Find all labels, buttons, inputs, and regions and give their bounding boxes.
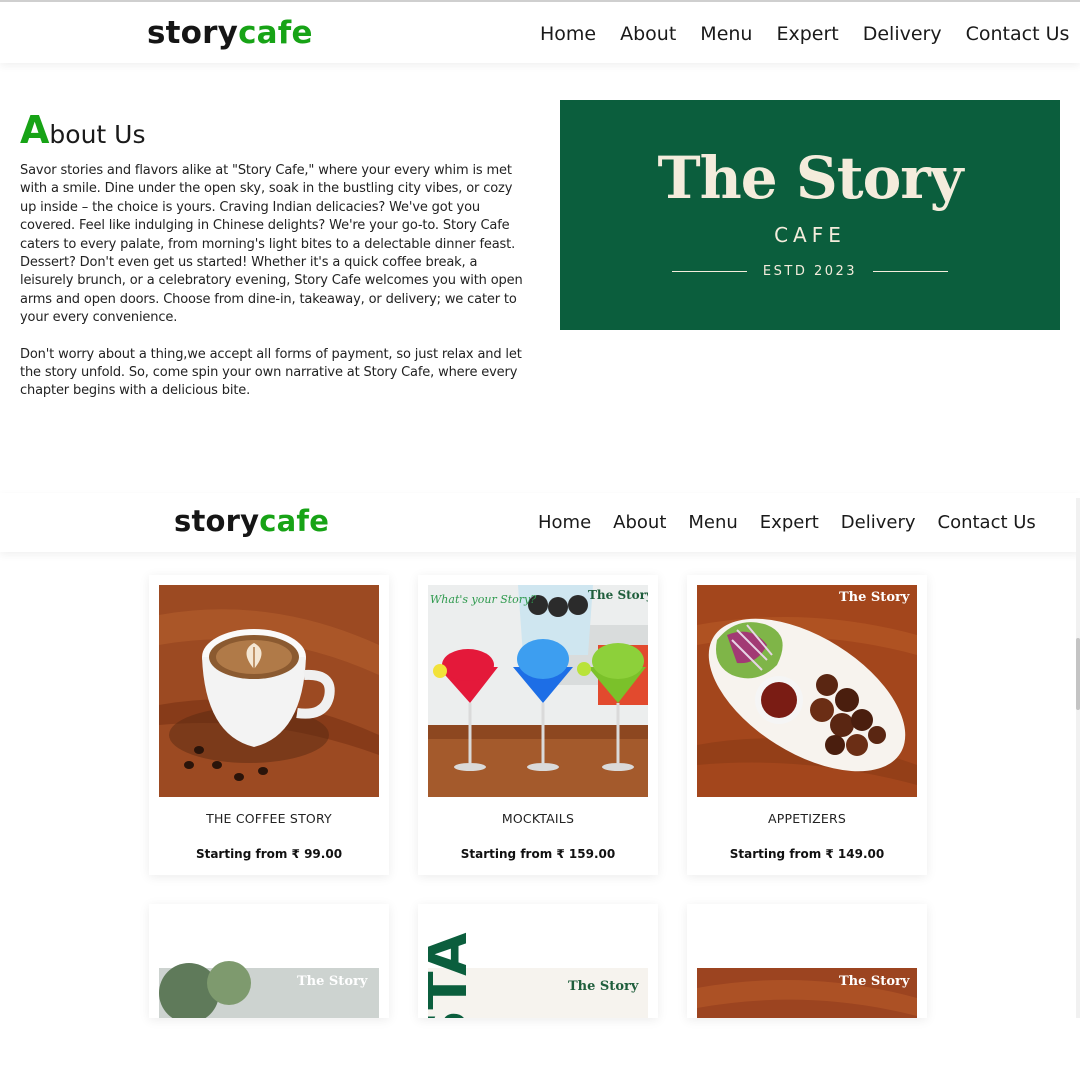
about-heading-initial: A xyxy=(20,108,50,152)
image-watermark-logo: The Story xyxy=(588,588,648,602)
logo-text-story: story xyxy=(174,504,260,538)
product-card-row2-3[interactable]: The Story xyxy=(687,904,927,1018)
scrollbar-thumb[interactable] xyxy=(1076,638,1080,710)
product-price: Starting from ₹ 149.00 xyxy=(729,847,885,861)
brand-estd: ESTD 2023 xyxy=(560,264,1060,279)
product-price: Starting from ₹ 99.00 xyxy=(195,847,343,861)
image-watermark-logo: The Story xyxy=(297,974,368,989)
logo-text-cafe: cafe xyxy=(238,15,313,51)
brand-title: The Story xyxy=(657,144,963,212)
product-image: The Story xyxy=(697,914,917,1018)
nav-expert[interactable]: Expert xyxy=(760,512,819,533)
image-watermark-logo: The Story xyxy=(839,590,910,605)
image-watermark-logo: The Story xyxy=(568,979,639,994)
divider-line-right xyxy=(873,271,949,272)
pasta-letters: STA xyxy=(428,932,480,1018)
page-scrollbar[interactable] xyxy=(1076,498,1080,1018)
nav-contact[interactable]: Contact Us xyxy=(966,23,1070,45)
brand-estd-text: ESTD 2023 xyxy=(762,264,858,279)
product-card-coffee[interactable]: THE COFFEE STORY Starting from ₹ 99.00 xyxy=(149,575,389,875)
logo-text-story: story xyxy=(147,15,239,51)
nav-menu[interactable]: Menu xyxy=(688,512,737,533)
nav-home[interactable]: Home xyxy=(538,512,591,533)
nav-menu[interactable]: Menu xyxy=(700,23,752,45)
image-watermark-logo: The Story xyxy=(839,974,910,989)
mocktail-wall-text: What's your Story? xyxy=(430,593,536,606)
menu-page-navbar: storycafe Home About Menu Expert Deliver… xyxy=(0,493,1080,552)
divider-line-left xyxy=(671,271,747,272)
about-paragraph-2: Don't worry about a thing,we accept all … xyxy=(20,346,522,399)
nav-delivery[interactable]: Delivery xyxy=(863,23,942,45)
brand-logo-card: The Story CAFE ESTD 2023 xyxy=(560,100,1060,330)
nav-delivery[interactable]: Delivery xyxy=(841,512,916,533)
product-card-row2-1[interactable]: The Story xyxy=(149,904,389,1018)
main-menu: Home About Menu Expert Delivery Contact … xyxy=(538,493,1058,552)
site-logo[interactable]: storycafe xyxy=(147,15,313,51)
nav-home[interactable]: Home xyxy=(540,23,596,45)
about-heading: About Us xyxy=(20,108,525,157)
about-heading-rest: bout Us xyxy=(49,120,146,149)
brand-subtitle: CAFE xyxy=(774,223,846,247)
product-card-appetizers[interactable]: The Story APPETIZERS Starting from ₹ 149… xyxy=(687,575,927,875)
product-card-row2-2[interactable]: STA The Story xyxy=(418,904,658,1018)
product-title: THE COFFEE STORY xyxy=(206,811,332,826)
product-title: APPETIZERS xyxy=(768,811,846,826)
about-paragraph-1: Savor stories and flavors alike at "Stor… xyxy=(20,163,523,326)
nav-about[interactable]: About xyxy=(613,512,666,533)
nav-expert[interactable]: Expert xyxy=(776,23,838,45)
coffee-image xyxy=(159,585,379,797)
top-navbar: storycafe Home About Menu Expert Deliver… xyxy=(0,0,1080,63)
main-menu: Home About Menu Expert Delivery Contact … xyxy=(540,2,1080,65)
nav-about[interactable]: About xyxy=(620,23,676,45)
site-logo[interactable]: storycafe xyxy=(174,504,329,538)
mocktails-image: What's your Story? The Story xyxy=(428,585,648,797)
product-image: STA The Story xyxy=(428,914,648,1018)
about-section: About Us Savor stories and flavors alike… xyxy=(20,108,525,401)
product-price: Starting from ₹ 159.00 xyxy=(460,847,616,861)
product-image: The Story xyxy=(159,914,379,1018)
logo-text-cafe: cafe xyxy=(259,504,330,538)
product-title: MOCKTAILS xyxy=(501,811,575,826)
appetizers-image: The Story xyxy=(697,585,917,797)
product-card-mocktails[interactable]: What's your Story? The Story MOCKTAILS S… xyxy=(418,575,658,875)
nav-contact[interactable]: Contact Us xyxy=(938,512,1036,533)
